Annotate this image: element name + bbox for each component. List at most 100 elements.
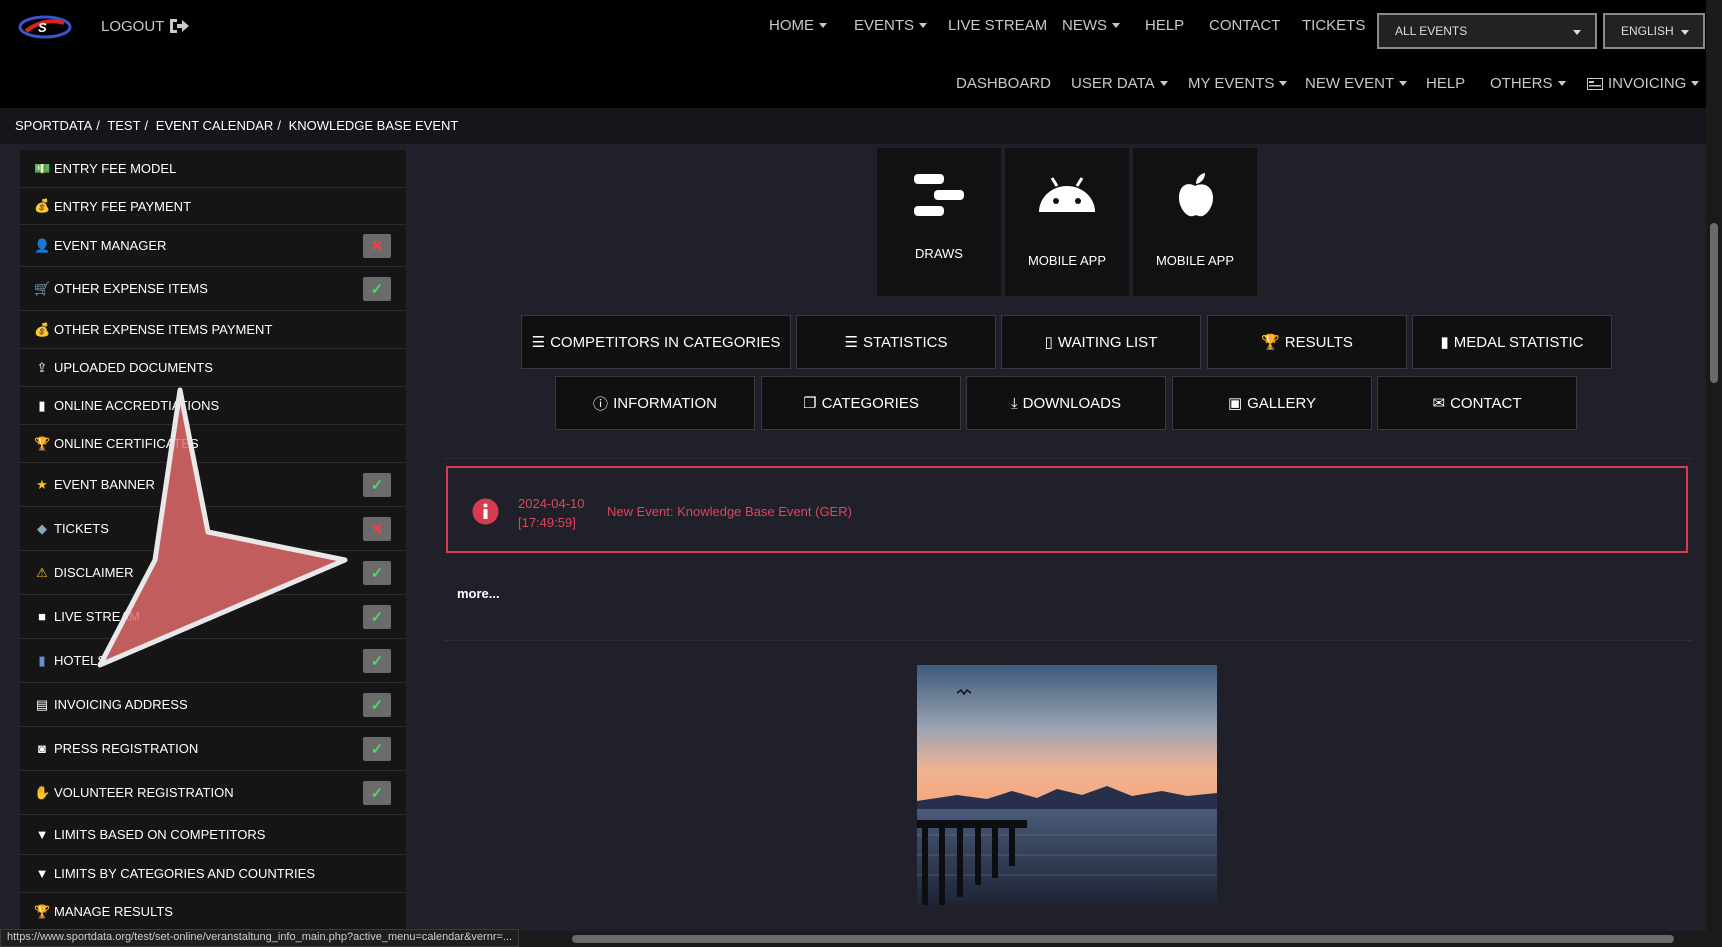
sidebar-item-label: UPLOADED DOCUMENTS: [54, 360, 213, 375]
statistics-button[interactable]: ☰ STATISTICS: [796, 315, 996, 369]
filter-icon: ▼: [35, 866, 49, 881]
sidebar-item-press-registration[interactable]: ◙ PRESS REGISTRATION ✓: [20, 727, 406, 771]
contact-button[interactable]: ✉ CONTACT: [1377, 376, 1577, 430]
bar-chart-icon: ▮: [1440, 334, 1449, 351]
sidebar-item-tickets[interactable]: ◆ TICKETS ✕: [20, 507, 406, 551]
nav-user-data[interactable]: USER DATA: [1071, 75, 1168, 92]
clipboard-icon: ▯: [1044, 334, 1053, 351]
breadcrumb: SPORTDATA / TEST / EVENT CALENDAR / KNOWLED…: [15, 118, 462, 133]
nav-others[interactable]: OTHERS: [1490, 75, 1566, 92]
event-photo[interactable]: [917, 665, 1217, 905]
sidebar-item-volunteer-registration[interactable]: ✋ VOLUNTEER REGISTRATION ✓: [20, 771, 406, 815]
sidebar-item-disclaimer[interactable]: ⚠ DISCLAIMER ✓: [20, 551, 406, 595]
sidebar-item-event-banner[interactable]: ★ EVENT BANNER ✓: [20, 463, 406, 507]
waiting-list-button[interactable]: ▯ WAITING LIST: [1001, 315, 1201, 369]
draws-tile[interactable]: DRAWS: [877, 148, 1001, 296]
news-alert[interactable]: 2024-04-10 [17:49:59] New Event: Knowled…: [446, 466, 1688, 553]
event-select[interactable]: ALL EVENTS: [1377, 13, 1597, 49]
information-label: INFORMATION: [613, 394, 717, 412]
camera-icon: ◙: [38, 741, 46, 756]
language-select-value: ENGLISH: [1621, 24, 1674, 38]
check-icon: ✓: [363, 737, 391, 761]
sidebar-item-label: LIVE STREAM: [54, 609, 140, 624]
vertical-scrollbar[interactable]: [1706, 0, 1722, 947]
categories-button[interactable]: ❐ CATEGORIES: [761, 376, 961, 430]
nav-help[interactable]: HELP: [1145, 17, 1184, 34]
competitors-in-categories-label: COMPETITORS IN CATEGORIES: [550, 333, 781, 351]
breadcrumb-item[interactable]: SPORTDATA: [15, 118, 92, 133]
nav-help-2-label: HELP: [1426, 75, 1466, 92]
luggage-icon: ▮: [38, 652, 46, 668]
nav-dashboard[interactable]: DASHBOARD: [956, 75, 1051, 92]
breadcrumb-item[interactable]: TEST: [107, 118, 140, 133]
cross-icon: ✕: [363, 234, 391, 258]
nav-tickets[interactable]: TICKETS: [1302, 17, 1365, 34]
logout-link[interactable]: LOGOUT: [101, 17, 190, 35]
sidebar-item-invoicing-address[interactable]: ▤ INVOICING ADDRESS ✓: [20, 683, 406, 727]
nav-news[interactable]: NEWS: [1062, 17, 1120, 34]
sidebar-item-event-manager[interactable]: 👤 EVENT MANAGER ✕: [20, 225, 406, 267]
nav-my-events[interactable]: MY EVENTS: [1188, 75, 1288, 92]
check-icon: ✓: [363, 693, 391, 717]
sidebar-item-limits-competitors[interactable]: ▼ LIMITS BASED ON COMPETITORS: [20, 815, 406, 855]
medal-statistic-button[interactable]: ▮ MEDAL STATISTIC: [1412, 315, 1612, 369]
nav-live-stream[interactable]: LIVE STREAM: [948, 17, 1047, 34]
draws-icon: [914, 174, 964, 216]
more-link[interactable]: more...: [457, 586, 500, 601]
sidebar-item-label: MANAGE RESULTS: [54, 904, 173, 919]
sidebar-menu: 💵 ENTRY FEE MODEL 💰 ENTRY FEE PAYMENT 👤 EVE…: [20, 150, 406, 931]
draws-label: DRAWS: [915, 246, 963, 261]
image-icon: ▣: [1227, 395, 1243, 412]
sidebar-item-live-stream[interactable]: ■ LIVE STREAM ✓: [20, 595, 406, 639]
nav-help-2[interactable]: HELP: [1426, 75, 1465, 92]
nav-news-label: NEWS: [1062, 17, 1107, 34]
sidebar-item-other-expense-items-payment[interactable]: 💰 OTHER EXPENSE ITEMS PAYMENT: [20, 311, 406, 349]
sportdata-logo[interactable]: S: [18, 13, 72, 41]
nav-home[interactable]: HOME: [769, 17, 827, 34]
nav-my-events-label: MY EVENTS: [1188, 75, 1275, 92]
sidebar-item-other-expense-items[interactable]: 🛒 OTHER EXPENSE ITEMS ✓: [20, 267, 406, 311]
sidebar-item-hotels[interactable]: ▮ HOTELS ✓: [20, 639, 406, 683]
nav-new-event[interactable]: NEW EVENT: [1305, 75, 1408, 92]
star-icon: ★: [36, 476, 48, 492]
horizontal-scroll-thumb[interactable]: [572, 935, 1674, 943]
sidebar-item-label: EVENT MANAGER: [54, 238, 167, 253]
downloads-button[interactable]: ⤓ DOWNLOADS: [966, 376, 1166, 430]
information-button[interactable]: ⓘ INFORMATION: [555, 376, 755, 430]
results-button[interactable]: 🏆 RESULTS: [1207, 315, 1407, 369]
news-title[interactable]: New Event: Knowledge Base Event (GER): [607, 504, 852, 519]
sidebar-item-entry-fee-model[interactable]: 💵 ENTRY FEE MODEL: [20, 150, 406, 188]
nav-contact[interactable]: CONTACT: [1209, 17, 1280, 34]
hand-icon: ✋: [34, 784, 51, 800]
sidebar-item-online-accreditations[interactable]: ▮ ONLINE ACCREDTIATIONS: [20, 387, 406, 425]
sidebar-item-limits-categories-countries[interactable]: ▼ LIMITS BY CATEGORIES AND COUNTRIES: [20, 855, 406, 893]
check-icon: ✓: [363, 561, 391, 585]
sidebar-item-label: TICKETS: [54, 521, 109, 536]
ios-app-tile[interactable]: MOBILE APP: [1133, 148, 1257, 296]
nav-invoicing-label: INVOICING: [1608, 75, 1687, 92]
money-icon: 💵: [34, 160, 51, 176]
nav-events[interactable]: EVENTS: [854, 17, 928, 34]
language-select[interactable]: ENGLISH: [1603, 13, 1705, 49]
chevron-down-icon: [1112, 23, 1120, 28]
logout-icon: [170, 19, 190, 33]
android-app-tile[interactable]: MOBILE APP: [1005, 148, 1129, 296]
sidebar-item-label: HOTELS: [54, 653, 107, 668]
breadcrumb-item[interactable]: EVENT CALENDAR: [156, 118, 274, 133]
sidebar-item-uploaded-documents[interactable]: ⇪ UPLOADED DOCUMENTS: [20, 349, 406, 387]
sidebar-item-online-certificates[interactable]: 🏆 ONLINE CERTIFICATES: [20, 425, 406, 463]
status-bar-url: https://www.sportdata.org/test/set-onlin…: [0, 929, 520, 947]
breadcrumb-item[interactable]: KNOWLEDGE BASE EVENT: [289, 118, 459, 133]
money-bag-icon: 💰: [34, 198, 51, 213]
sidebar-item-entry-fee-payment[interactable]: 💰 ENTRY FEE PAYMENT: [20, 188, 406, 225]
sidebar-item-manage-results[interactable]: 🏆 MANAGE RESULTS: [20, 893, 406, 931]
badge-icon: ▮: [38, 397, 46, 413]
competitors-in-categories-button[interactable]: ☰ COMPETITORS IN CATEGORIES: [521, 315, 791, 369]
news-date: 2024-04-10: [518, 496, 585, 511]
svg-text:S: S: [38, 20, 47, 35]
nav-invoicing[interactable]: INVOICING: [1587, 75, 1700, 92]
envelope-icon: ✉: [1432, 395, 1446, 412]
sidebar-item-label: ONLINE ACCREDTIATIONS: [54, 398, 220, 413]
gallery-button[interactable]: ▣ GALLERY: [1172, 376, 1372, 430]
vertical-scroll-thumb[interactable]: [1710, 223, 1718, 383]
